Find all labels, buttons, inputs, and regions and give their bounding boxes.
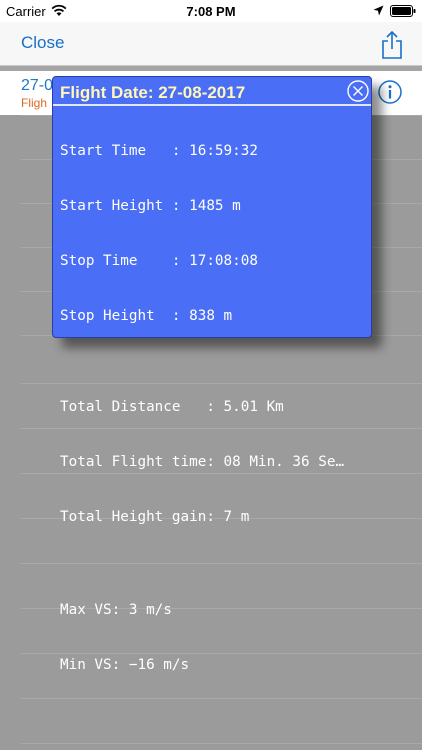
battery-icon <box>390 5 416 17</box>
stop-height-line: Stop Height : 838 m <box>60 308 233 324</box>
popup-title: Flight Date: 27-08-2017 <box>60 83 246 102</box>
start-height-line: Start Height : 1485 m <box>60 198 241 214</box>
stop-time-line: Stop Time : 17:08:08 <box>60 253 258 269</box>
status-time: 7:08 PM <box>186 4 236 19</box>
flight-details-popup: Flight Date: 27-08-2017 Start Time : 16:… <box>52 76 372 673</box>
popup-body: Start Time : 16:59:32 Start Height : 148… <box>60 108 366 709</box>
start-time-line: Start Time : 16:59:32 <box>60 143 258 159</box>
nav-bar: Close <box>0 22 422 66</box>
total-height-gain-line: Total Height gain: 7 m <box>60 509 250 525</box>
location-arrow-icon <box>373 5 384 16</box>
popup-header: Flight Date: 27-08-2017 <box>53 77 371 106</box>
share-icon[interactable] <box>380 30 404 60</box>
status-bar: Carrier 7:08 PM <box>0 0 422 22</box>
close-circle-icon[interactable] <box>347 80 369 102</box>
row-date-label: 27-0 <box>21 77 54 94</box>
close-button[interactable]: Close <box>21 33 64 53</box>
total-flight-time-line: Total Flight time: 08 Min. 36 Se… <box>60 454 345 470</box>
info-icon[interactable] <box>378 80 402 104</box>
row-subtitle-label: Fligh <box>21 96 48 110</box>
total-distance-line: Total Distance : 5.01 Km <box>60 399 284 415</box>
table-separator <box>21 743 422 744</box>
min-vs-line: Min VS: −16 m/s <box>60 657 190 673</box>
max-vs-line: Max VS: 3 m/s <box>60 602 172 618</box>
